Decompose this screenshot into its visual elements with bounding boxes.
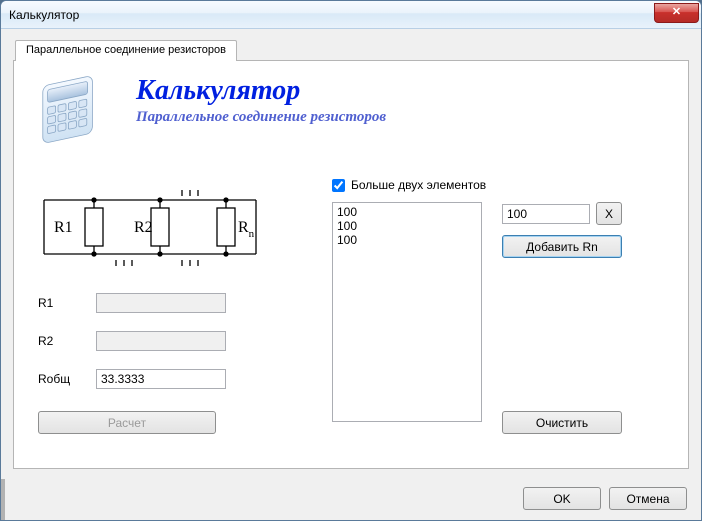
body-grid: R1 R2 Rn R1 R2 Rобщ	[38, 182, 664, 434]
calculator-window: Калькулятор ✕ Параллельное соединение ре…	[0, 0, 702, 521]
input-rtotal[interactable]	[96, 369, 226, 389]
rn-listbox[interactable]: 100 100 100	[332, 202, 482, 422]
titlebar[interactable]: Калькулятор ✕	[1, 1, 701, 29]
window-title: Калькулятор	[9, 8, 654, 22]
clear-button[interactable]: Очистить	[502, 411, 622, 434]
input-r1[interactable]	[96, 293, 226, 313]
row-rtotal: Rобщ	[38, 369, 298, 389]
right-column: Больше двух элементов 100 100 100 X Доба…	[332, 182, 664, 434]
ok-button[interactable]: OK	[523, 487, 601, 510]
more-elements-row: Больше двух элементов	[332, 178, 664, 192]
circuit-schematic-icon: R1 R2 Rn	[38, 182, 268, 272]
more-elements-label[interactable]: Больше двух элементов	[351, 178, 486, 192]
tab-parallel[interactable]: Параллельное соединение резисторов	[15, 40, 237, 61]
label-rtotal: Rобщ	[38, 372, 84, 386]
row-r1: R1	[38, 293, 298, 313]
svg-text:R1: R1	[54, 219, 73, 236]
svg-text:Rn: Rn	[238, 219, 255, 240]
tabstrip: Параллельное соединение резисторов	[15, 39, 689, 61]
calculator-icon	[38, 71, 118, 154]
page-subtitle: Параллельное соединение резисторов	[136, 109, 386, 126]
header-text: Калькулятор Параллельное соединение рези…	[136, 71, 386, 126]
more-elements-checkbox[interactable]	[332, 179, 345, 192]
header-row: Калькулятор Параллельное соединение рези…	[38, 71, 664, 154]
calculate-button[interactable]: Расчет	[38, 411, 216, 434]
label-r1: R1	[38, 296, 84, 310]
row-r2: R2	[38, 331, 298, 351]
calc-button-wrap: Расчет	[38, 411, 298, 434]
rn-input-row: X	[502, 202, 622, 225]
label-r2: R2	[38, 334, 84, 348]
close-icon: ✕	[672, 6, 681, 18]
dialog-button-bar: OK Отмена	[1, 479, 701, 520]
add-rn-button[interactable]: Добавить Rn	[502, 235, 622, 258]
input-r2[interactable]	[96, 331, 226, 351]
rn-input[interactable]	[502, 204, 590, 224]
left-column: R1 R2 Rn R1 R2 Rобщ	[38, 182, 298, 434]
remove-rn-button[interactable]: X	[596, 202, 622, 225]
tab-panel: Калькулятор Параллельное соединение рези…	[13, 60, 689, 469]
right-inner: 100 100 100 X Добавить Rn	[332, 202, 664, 422]
client-area: Параллельное соединение резисторов	[1, 29, 701, 479]
rn-controls: X Добавить Rn	[502, 202, 622, 422]
svg-text:R2: R2	[134, 219, 153, 236]
close-button[interactable]: ✕	[654, 3, 699, 23]
cancel-button[interactable]: Отмена	[609, 487, 687, 510]
page-title: Калькулятор	[136, 75, 386, 107]
